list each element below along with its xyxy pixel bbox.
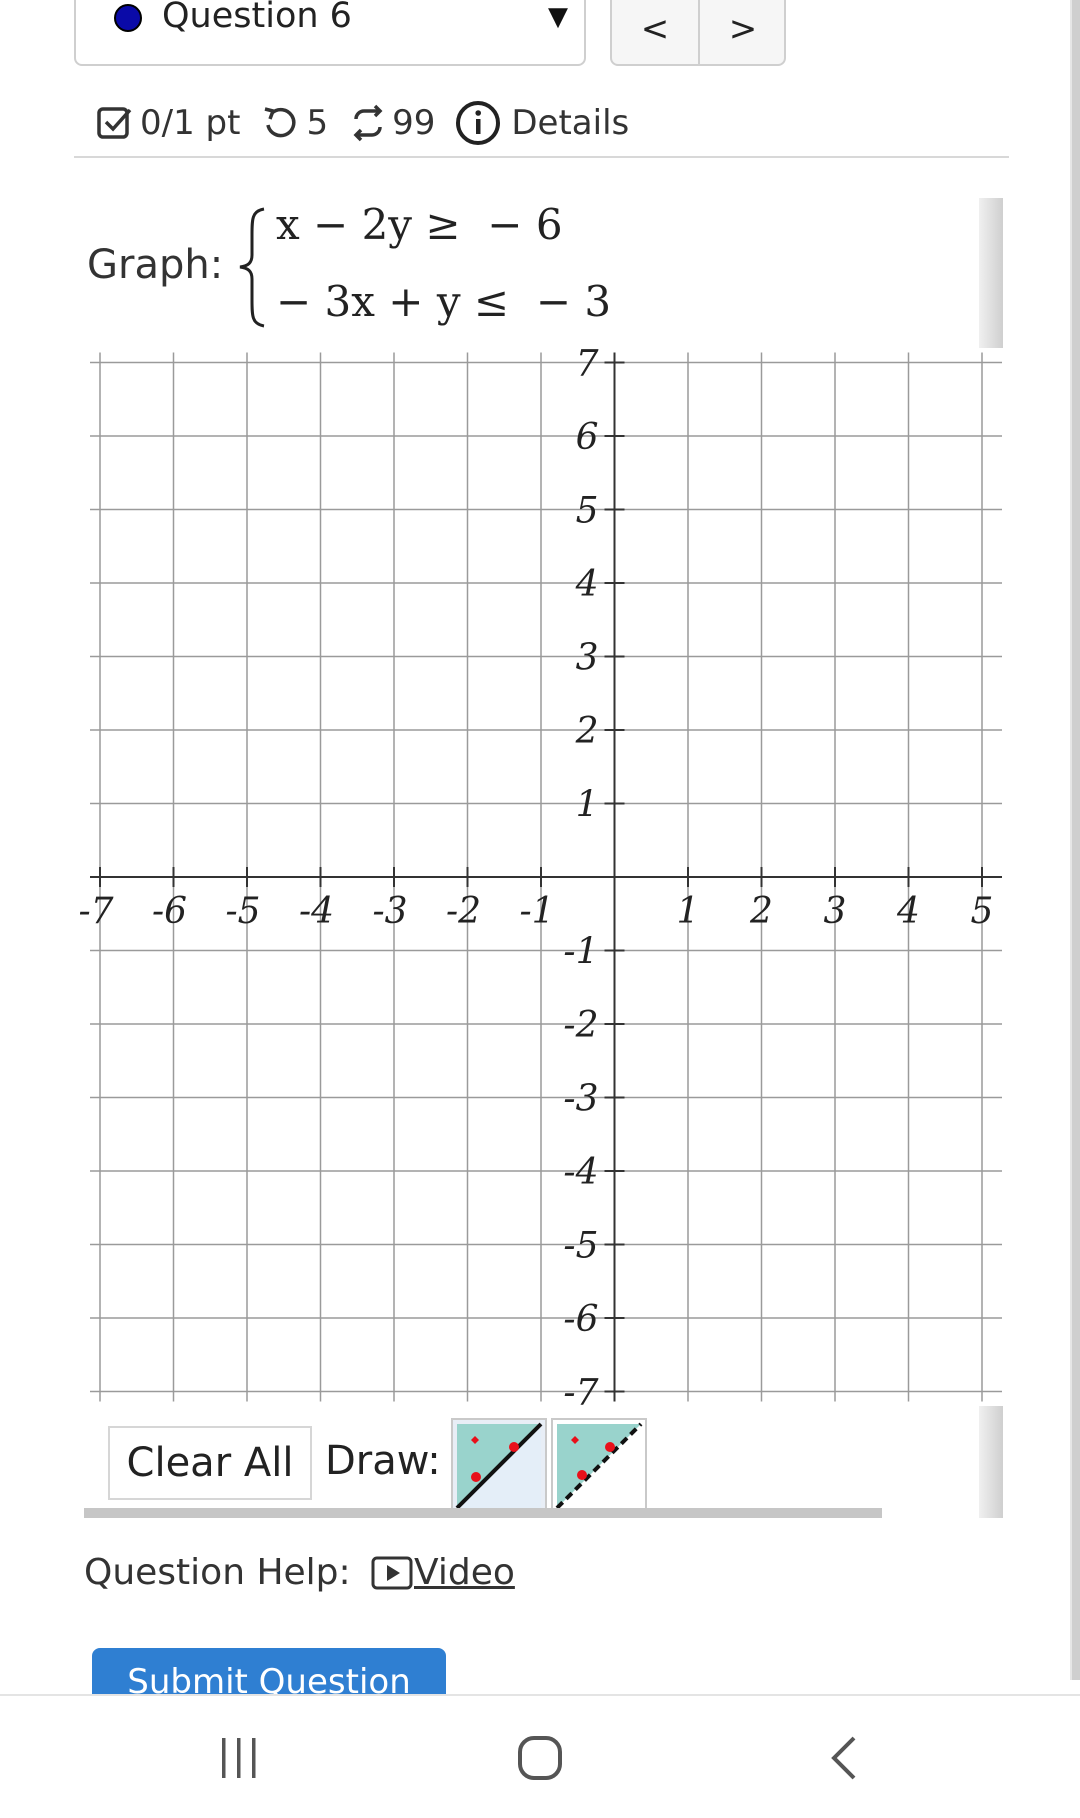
x-tick-label: 2 <box>749 891 773 932</box>
question-help-label: Question Help: <box>84 1552 351 1593</box>
home-icon[interactable] <box>516 1734 564 1782</box>
x-tick-label: -2 <box>446 891 481 932</box>
question-status-dot <box>114 4 142 32</box>
divider <box>74 156 1009 158</box>
recent-apps-icon[interactable] <box>218 1736 260 1780</box>
next-question-button[interactable]: > <box>700 0 786 64</box>
question-info-row: 0/1 pt 5 99 Details <box>96 98 629 148</box>
points-text: 0/1 pt <box>140 103 241 143</box>
x-tick-label: -7 <box>80 891 114 932</box>
question-nav: < > <box>610 0 786 66</box>
inequality-1: x − 2y ≥ − 6 <box>276 200 563 249</box>
y-tick-label: 5 <box>576 491 599 532</box>
page-scrollbar-thumb[interactable] <box>1072 0 1080 1680</box>
caret-down-icon: ▼ <box>548 2 568 32</box>
y-tick-label: 6 <box>576 417 599 458</box>
y-tick-label: -6 <box>563 1299 598 1340</box>
x-tick-label: -5 <box>225 891 260 932</box>
retry-icon <box>265 107 296 138</box>
x-tick-label: -6 <box>152 891 187 932</box>
x-tick-label: 3 <box>824 891 847 932</box>
checkbox-icon <box>97 107 132 139</box>
draw-label: Draw: <box>325 1438 441 1484</box>
graph-scrollbar-top[interactable] <box>979 198 1003 348</box>
x-tick-label: -4 <box>299 891 334 932</box>
y-tick-label: -4 <box>563 1152 598 1193</box>
y-tick-label: 2 <box>575 711 599 752</box>
y-tick-label: 7 <box>576 345 599 385</box>
details-text: Details <box>511 103 630 143</box>
y-tick-label: -7 <box>563 1373 598 1406</box>
dashed-line-tool-button[interactable] <box>551 1418 647 1514</box>
y-tick-label: -3 <box>563 1079 598 1120</box>
y-tick-label: -2 <box>563 1005 598 1046</box>
x-tick-label: 4 <box>896 891 920 932</box>
attempts-count: 99 <box>392 103 436 143</box>
graph-scrollbar-bottom[interactable] <box>979 1406 1003 1518</box>
details-link[interactable]: Details <box>455 100 629 146</box>
brace-icon <box>239 207 265 328</box>
y-tick-label: 1 <box>576 785 599 826</box>
x-tick-label: -1 <box>519 891 554 932</box>
y-tick-label: 4 <box>575 564 599 605</box>
clear-all-button[interactable]: Clear All <box>108 1426 312 1500</box>
x-tick-label: 1 <box>677 891 700 932</box>
y-tick-label: -1 <box>563 932 598 973</box>
coordinate-graph[interactable]: -7 -6 -5 -4 -3 -2 -1 1 2 3 4 5 7 6 5 4 3 2 1 -1 -2 -3 -4 -5 -6 -7 <box>80 345 1010 1405</box>
x-tick-label: 5 <box>971 891 994 932</box>
info-icon <box>456 101 501 145</box>
x-tick-label: -3 <box>372 891 407 932</box>
back-icon[interactable] <box>826 1734 862 1782</box>
video-link-text: Video <box>414 1552 515 1593</box>
system-nav-bar <box>0 1696 1080 1818</box>
video-link[interactable]: Video <box>370 1552 515 1593</box>
prev-question-button[interactable]: < <box>612 0 698 64</box>
y-tick-label: -5 <box>563 1226 598 1267</box>
solid-line-tool-button[interactable] <box>451 1418 547 1514</box>
attempts-icon <box>353 104 383 142</box>
solid-line-tool-icon <box>455 1422 543 1510</box>
graph-label: Graph: <box>87 242 224 288</box>
inequality-2: − 3x + y ≤ − 3 <box>276 277 612 326</box>
retries-count: 5 <box>306 103 329 143</box>
question-select-label: Question 6 <box>162 0 352 36</box>
horizontal-scrollbar[interactable] <box>84 1508 882 1518</box>
question-select[interactable]: Question 6 ▼ <box>74 0 586 66</box>
video-icon <box>371 1556 413 1589</box>
dashed-line-tool-icon <box>555 1422 643 1510</box>
y-tick-label: 3 <box>576 638 599 679</box>
